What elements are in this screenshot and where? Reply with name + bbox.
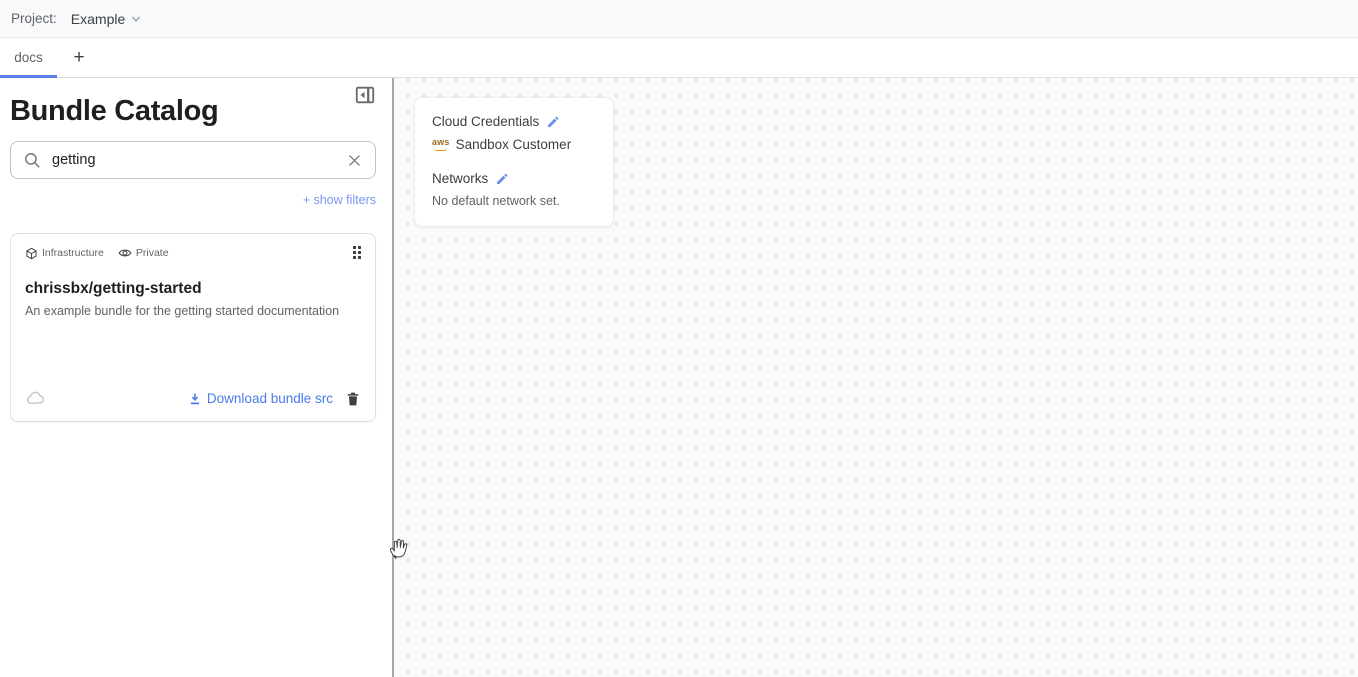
page-title: Bundle Catalog [10, 95, 392, 128]
cloud-credentials-section: Cloud Credentials aws Sandbox Customer [432, 114, 596, 152]
aws-logo-swoosh [434, 148, 447, 151]
tab-label: docs [14, 50, 43, 65]
search-icon [23, 151, 42, 170]
drag-handle[interactable] [351, 244, 363, 261]
private-badge: Private [118, 246, 169, 260]
networks-section: Networks No default network set. [432, 171, 596, 208]
clear-search-button[interactable] [346, 152, 363, 169]
aws-logo-text: aws [432, 138, 450, 147]
edit-networks-button[interactable] [495, 172, 509, 186]
bundle-catalog-panel: Bundle Catalog + show filters [0, 78, 394, 677]
cloud-icon [25, 388, 46, 409]
badge-row: Infrastructure Private [25, 246, 361, 260]
bundle-card-footer: Download bundle src [25, 388, 361, 409]
download-label: Download bundle src [207, 391, 333, 406]
add-tab-button[interactable]: + [61, 38, 97, 77]
search-input[interactable] [52, 152, 336, 168]
chevron-down-icon [131, 14, 141, 24]
infrastructure-badge: Infrastructure [25, 247, 104, 260]
networks-label: Networks [432, 171, 488, 186]
tab-bar: docs + [0, 38, 1358, 78]
show-filters-link[interactable]: + show filters [303, 193, 376, 207]
delete-bundle-button[interactable] [345, 391, 361, 407]
cloud-credentials-label: Cloud Credentials [432, 114, 539, 129]
download-bundle-src-link[interactable]: Download bundle src [188, 391, 333, 406]
cloud-credentials-value: Sandbox Customer [456, 137, 572, 152]
pencil-icon [546, 115, 560, 129]
filters-row: + show filters [0, 191, 376, 209]
download-icon [188, 392, 202, 406]
badge-label: Private [136, 247, 169, 259]
close-icon [346, 152, 363, 169]
pencil-icon [495, 172, 509, 186]
bundle-description: An example bundle for the getting starte… [25, 304, 361, 318]
cube-icon [25, 247, 38, 260]
edit-cloud-credentials-button[interactable] [546, 115, 560, 129]
bundle-card[interactable]: Infrastructure Private chrissbx/getting-… [10, 233, 376, 422]
project-defaults-card: Cloud Credentials aws Sandbox Customer [414, 97, 614, 227]
collapse-panel-icon [354, 84, 376, 106]
badge-label: Infrastructure [42, 247, 104, 259]
networks-value: No default network set. [432, 194, 596, 208]
eye-icon [118, 246, 132, 260]
trash-icon [345, 391, 361, 407]
topbar: Project: Example [0, 0, 1358, 38]
main-area: Bundle Catalog + show filters [0, 78, 1358, 677]
project-label: Project: [11, 11, 57, 26]
project-value: Example [71, 11, 125, 27]
tab-docs[interactable]: docs [0, 38, 57, 77]
bundle-title[interactable]: chrissbx/getting-started [25, 280, 361, 298]
project-selector[interactable]: Example [71, 11, 141, 27]
collapse-panel-button[interactable] [354, 84, 376, 106]
project-canvas[interactable]: Cloud Credentials aws Sandbox Customer [394, 78, 1358, 677]
aws-logo: aws [432, 138, 450, 151]
bundle-search [10, 141, 376, 179]
